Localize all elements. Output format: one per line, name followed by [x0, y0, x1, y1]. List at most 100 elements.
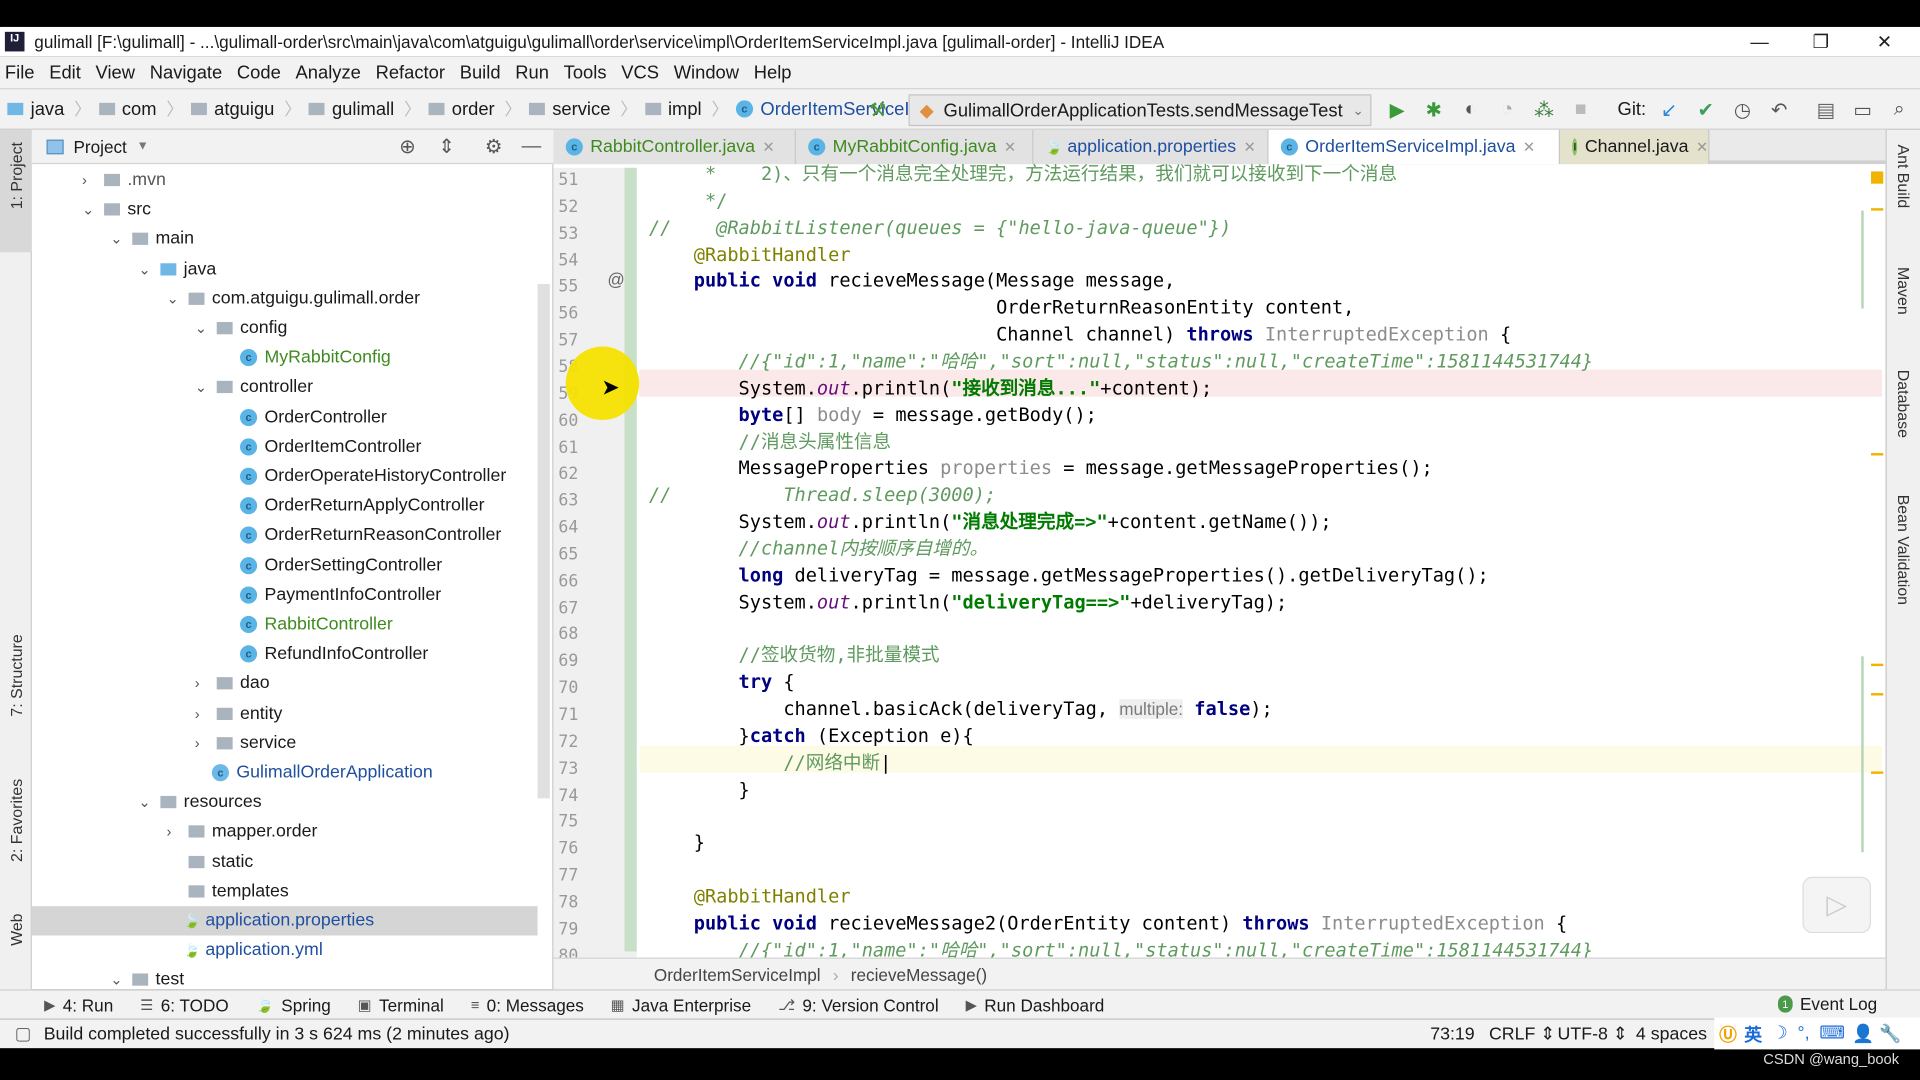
menu-navigate[interactable]: Navigate	[150, 62, 222, 83]
tool-maven[interactable]: Maven	[1894, 267, 1912, 315]
editor-tab[interactable]: c OrderItemServiceImpl.java ✕	[1268, 129, 1561, 165]
tree-item[interactable]: c OrderOperateHistoryController	[32, 462, 538, 491]
code-line[interactable]: }	[649, 829, 705, 856]
chevron-down-icon[interactable]: ⌄	[138, 794, 155, 811]
tool-window-6-todo[interactable]: ☰ 6: TODO	[140, 995, 229, 1015]
project-structure-icon[interactable]: ▤	[1812, 97, 1839, 124]
tree-item[interactable]: › entity	[32, 699, 538, 728]
file-encoding[interactable]: UTF-8 ⇕	[1558, 1024, 1628, 1044]
tool-window-9-version-control[interactable]: ⎇ 9: Version Control	[778, 995, 939, 1015]
menu-help[interactable]: Help	[754, 62, 792, 83]
tree-item[interactable]: c OrderReturnApplyController	[32, 491, 538, 520]
crumb-method[interactable]: recieveMessage()	[851, 964, 987, 984]
chevron-right-icon[interactable]: ›	[195, 734, 212, 751]
nav-crumb-order[interactable]: order 〉	[428, 97, 522, 121]
code-line[interactable]: byte[] body = message.getBody();	[649, 401, 1097, 428]
nav-crumb-java[interactable]: java 〉	[7, 97, 91, 121]
code-line[interactable]: public void recieveMessage(Message messa…	[649, 267, 1175, 294]
menu-edit[interactable]: Edit	[49, 62, 81, 83]
nav-crumb-com[interactable]: com 〉	[98, 97, 184, 121]
tool-window-spring[interactable]: 🍃 Spring	[256, 995, 331, 1015]
override-marker-icon[interactable]: @	[607, 269, 624, 289]
tree-item[interactable]: ⌄ java	[32, 254, 538, 283]
debug-icon[interactable]: ✱	[1420, 97, 1447, 124]
tree-item[interactable]: › .mvn	[32, 165, 538, 194]
menu-build[interactable]: Build	[460, 62, 501, 83]
code-line[interactable]: public void recieveMessage2(OrderEntity …	[649, 910, 1567, 937]
coverage-icon[interactable]: ◐	[1457, 97, 1484, 124]
close-tab-icon[interactable]: ✕	[1523, 138, 1535, 155]
tree-item[interactable]: ⌄ resources	[32, 788, 538, 817]
build-hammer-icon[interactable]: ⚒	[864, 97, 891, 124]
chevron-right-icon[interactable]: ›	[167, 823, 184, 840]
tool-window-java-enterprise[interactable]: ▦ Java Enterprise	[611, 995, 751, 1015]
tree-item[interactable]: c OrderController	[32, 402, 538, 431]
tree-item[interactable]: ⌄ com.atguigu.gulimall.order	[32, 284, 538, 313]
menu-analyze[interactable]: Analyze	[296, 62, 361, 83]
tree-item[interactable]: c MyRabbitConfig	[32, 343, 538, 372]
run-icon[interactable]: ▶	[1384, 97, 1411, 124]
tree-item[interactable]: templates	[32, 876, 538, 905]
code-line[interactable]: // @RabbitListener(queues = {"hello-java…	[649, 214, 1231, 241]
chevron-right-icon[interactable]: ›	[195, 705, 212, 722]
chevron-down-icon[interactable]: ⌄	[138, 260, 155, 277]
code-line[interactable]: }catch (Exception e){	[649, 722, 974, 749]
dropdown-arrow-icon[interactable]: ▼	[137, 140, 149, 153]
tree-item[interactable]: static	[32, 847, 538, 876]
chevron-down-icon[interactable]: ⌄	[110, 231, 127, 248]
code-line[interactable]: //签收货物,非批量模式	[649, 642, 940, 669]
code-line[interactable]: System.out.println("deliveryTag==>"+deli…	[649, 588, 1288, 615]
chevron-down-icon[interactable]: ⌄	[167, 290, 184, 307]
code-line[interactable]: OrderReturnReasonEntity content,	[649, 294, 1354, 321]
menu-vcs[interactable]: VCS	[621, 62, 659, 83]
menu-code[interactable]: Code	[237, 62, 281, 83]
nav-crumb-impl[interactable]: impl 〉	[644, 97, 729, 121]
chevron-down-icon[interactable]: ⌄	[195, 320, 212, 337]
search-everywhere-icon[interactable]: ⌕	[1886, 97, 1913, 124]
chevron-down-icon[interactable]: ⌄	[110, 971, 127, 988]
tree-item[interactable]: ⌄ controller	[32, 373, 538, 402]
tree-item[interactable]: 🍃 application.yml	[32, 936, 538, 965]
tool-favorites[interactable]: 2: Favorites	[7, 779, 25, 862]
code-line[interactable]: Channel channel) throws InterruptedExcep…	[649, 321, 1511, 348]
restore-button[interactable]: ❐	[1790, 27, 1851, 56]
indent-setting[interactable]: 4 spaces	[1636, 1024, 1707, 1044]
git-history-icon[interactable]: ◷	[1729, 97, 1756, 124]
tree-item[interactable]: › dao	[32, 669, 538, 698]
tool-database[interactable]: Database	[1894, 370, 1912, 438]
tree-item[interactable]: › mapper.order	[32, 817, 538, 846]
code-line[interactable]: */	[649, 187, 727, 214]
ime-logo-icon[interactable]: Ⓤ	[1719, 1021, 1737, 1047]
code-line[interactable]: try {	[649, 669, 795, 696]
chevron-down-icon[interactable]: ⌄	[195, 379, 212, 396]
locate-icon[interactable]: ⊕	[399, 134, 415, 158]
tree-item[interactable]: c GulimallOrderApplication	[32, 758, 538, 787]
close-tab-icon[interactable]: ✕	[762, 138, 774, 155]
tree-item[interactable]: c PaymentInfoController	[32, 580, 538, 609]
tool-project[interactable]: 1: Project	[7, 142, 25, 209]
close-button[interactable]: ✕	[1854, 27, 1915, 56]
git-rollback-icon[interactable]: ↶	[1766, 97, 1793, 124]
chevron-down-icon[interactable]: ⌄	[82, 201, 99, 218]
tool-window-terminal[interactable]: ▣ Terminal	[358, 995, 444, 1015]
tree-item[interactable]: c RefundInfoController	[32, 639, 538, 668]
hide-panel-icon[interactable]: —	[522, 135, 542, 157]
profile-icon[interactable]: ◔	[1494, 97, 1521, 124]
tool-structure[interactable]: 7: Structure	[7, 634, 25, 716]
tool-window-run-dashboard[interactable]: ▶ Run Dashboard	[966, 995, 1105, 1015]
caret-position[interactable]: 73:19	[1430, 1024, 1474, 1044]
tree-item[interactable]: ⌄ main	[32, 225, 538, 254]
code-line[interactable]: //网络中断|	[649, 749, 891, 776]
ime-moon-icon[interactable]: ☽	[1772, 1024, 1788, 1044]
tree-item[interactable]: c OrderSettingController	[32, 551, 538, 580]
close-tab-icon[interactable]: ✕	[1004, 138, 1016, 155]
code-line[interactable]: MessageProperties properties = message.g…	[649, 455, 1433, 482]
menu-run[interactable]: Run	[515, 62, 549, 83]
tree-item[interactable]: c OrderItemController	[32, 432, 538, 461]
code-line[interactable]: // Thread.sleep(3000);	[649, 481, 996, 508]
code-line[interactable]: @RabbitHandler	[649, 883, 851, 910]
tree-item[interactable]: ⌄ config	[32, 313, 538, 342]
project-view-label[interactable]: Project	[73, 137, 126, 157]
tool-ant-build[interactable]: Ant Build	[1894, 144, 1912, 208]
code-line[interactable]: //消息头属性信息	[649, 428, 892, 455]
